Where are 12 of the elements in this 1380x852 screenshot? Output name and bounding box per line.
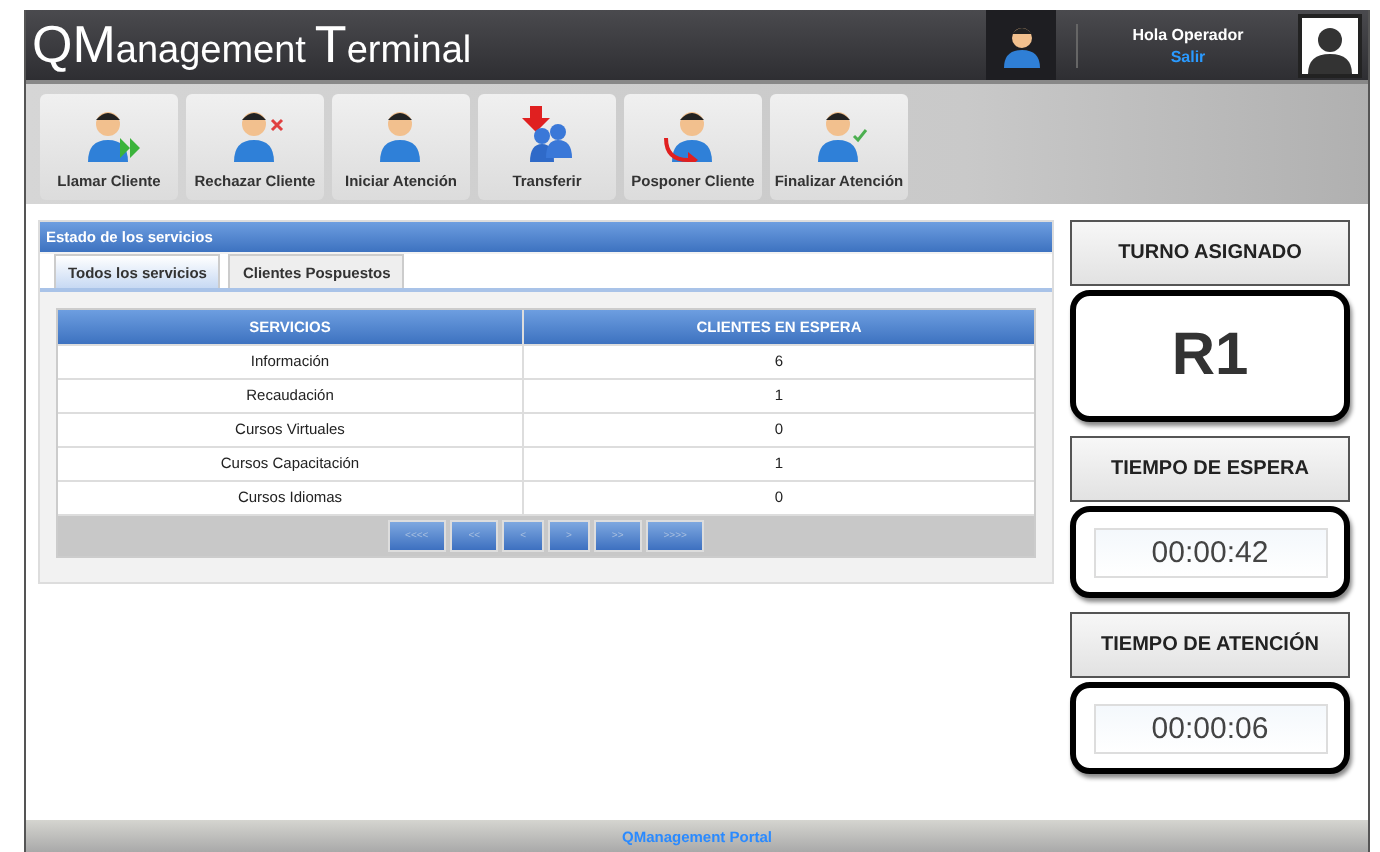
app-title: QManagement Terminal (30, 14, 474, 76)
info-label: TURNO ASIGNADO (1070, 220, 1350, 286)
timer-field: 00:00:06 (1093, 703, 1327, 753)
group-arrow-icon (517, 106, 577, 162)
timer-field: 00:00:42 (1093, 527, 1327, 577)
greeting-text: Hola Operador (1132, 25, 1244, 43)
info-label: TIEMPO DE ATENCIÓN (1070, 612, 1350, 678)
info-label: TIEMPO DE ESPERA (1070, 436, 1350, 502)
person-icon (1001, 23, 1041, 67)
logout-link[interactable]: Salir (1170, 47, 1206, 65)
ticket-number: R1 (1171, 322, 1249, 390)
avatar-icon (1298, 13, 1362, 77)
